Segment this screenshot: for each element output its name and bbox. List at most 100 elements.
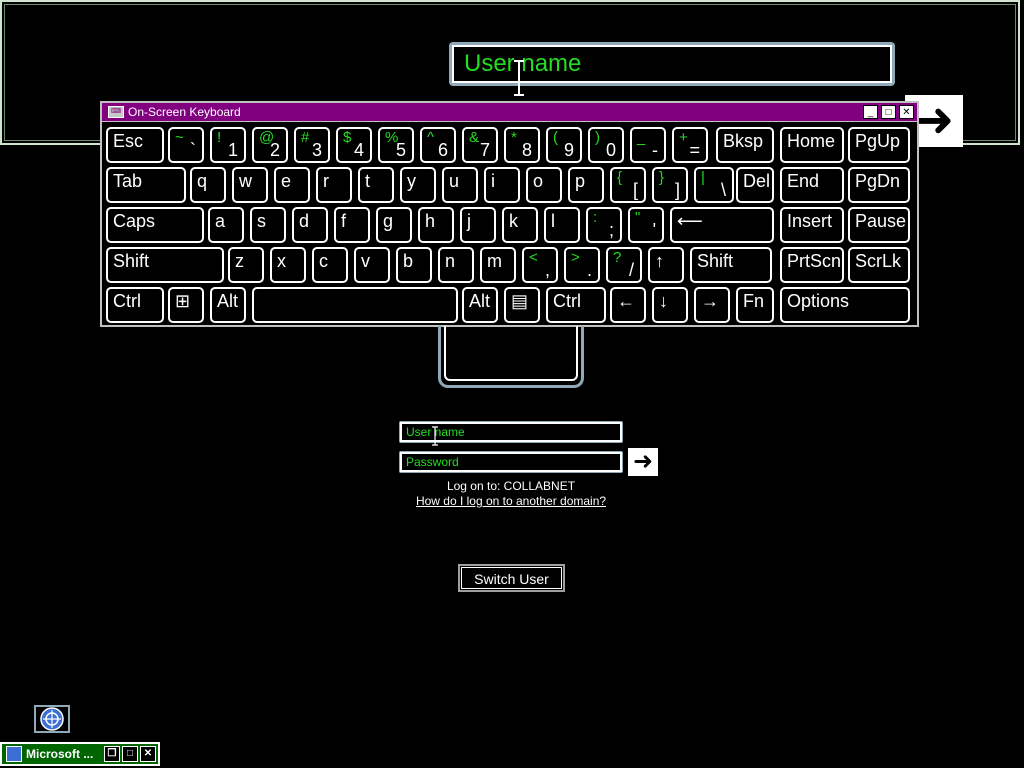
key-shift-label: " <box>635 209 641 226</box>
key-y[interactable]: y <box>400 167 436 203</box>
key-s[interactable]: s <box>250 207 286 243</box>
submit-arrow-button[interactable]: ➜ <box>628 448 658 476</box>
key-p[interactable]: p <box>568 167 604 203</box>
key-r[interactable]: r <box>316 167 352 203</box>
key-down[interactable]: ↓ <box>652 287 688 323</box>
key-win[interactable]: ⊞ <box>168 287 204 323</box>
key-f[interactable]: f <box>334 207 370 243</box>
key-a[interactable]: a <box>208 207 244 243</box>
key-u[interactable]: u <box>442 167 478 203</box>
switch-user-button[interactable]: Switch User <box>458 564 565 592</box>
key-quote[interactable]: " ' <box>628 207 664 243</box>
key-ralt[interactable]: Alt <box>462 287 498 323</box>
key-base-label: 9 <box>563 140 574 160</box>
key-enter[interactable]: ⟵ <box>670 207 774 243</box>
key-fn[interactable]: Fn <box>736 287 774 323</box>
key-caps[interactable]: Caps <box>106 207 204 243</box>
key-i[interactable]: i <box>484 167 520 203</box>
password-input[interactable] <box>400 452 622 472</box>
key-right[interactable]: → <box>694 287 730 323</box>
key-w[interactable]: w <box>232 167 268 203</box>
key-bksp[interactable]: Bksp <box>716 127 774 163</box>
key-insert[interactable]: Insert <box>780 207 844 243</box>
key-scrlk[interactable]: ScrLk <box>848 247 910 283</box>
key-backtick[interactable]: ~ ` <box>168 127 204 163</box>
key-rctrl[interactable]: Ctrl <box>546 287 606 323</box>
key-label: x <box>277 251 286 271</box>
key-pause[interactable]: Pause <box>848 207 910 243</box>
key-slash[interactable]: ? / <box>606 247 642 283</box>
on-screen-keyboard-window: ⌨ On-Screen Keyboard _ □ ✕ Esc ~ `! 1 @2 #3 $4… <box>100 101 919 327</box>
key-left[interactable]: ← <box>610 287 646 323</box>
key-z[interactable]: z <box>228 247 264 283</box>
key-4[interactable]: $4 <box>336 127 372 163</box>
maximize-button[interactable]: □ <box>881 105 896 119</box>
minimized-window-bar[interactable]: Microsoft ... ❐ □ ✕ <box>0 742 160 766</box>
key-t[interactable]: t <box>358 167 394 203</box>
key-lbracket[interactable]: {[ <box>610 167 646 203</box>
key-label: m <box>487 251 502 271</box>
key-pgdn[interactable]: PgDn <box>848 167 910 203</box>
key-label: ScrLk <box>855 251 902 271</box>
key-rshift[interactable]: Shift <box>690 247 772 283</box>
key-l[interactable]: l <box>544 207 580 243</box>
key-minus[interactable]: _ - <box>630 127 666 163</box>
minimize-button[interactable]: _ <box>863 105 878 119</box>
restore-button[interactable]: ❐ <box>104 746 120 762</box>
maximize-button[interactable]: □ <box>122 746 138 762</box>
key-rbracket[interactable]: }] <box>652 167 688 203</box>
key-equals[interactable]: + = <box>672 127 708 163</box>
key-lshift[interactable]: Shift <box>106 247 224 283</box>
key-options[interactable]: Options <box>780 287 910 323</box>
key-b[interactable]: b <box>396 247 432 283</box>
key-g[interactable]: g <box>376 207 412 243</box>
ease-of-access-button[interactable] <box>34 705 70 733</box>
key-label: b <box>403 251 414 271</box>
key-d[interactable]: d <box>292 207 328 243</box>
key-semicolon[interactable]: :; <box>586 207 622 243</box>
key-o[interactable]: o <box>526 167 562 203</box>
key-backslash[interactable]: | \ <box>694 167 734 203</box>
key-6[interactable]: ^ 6 <box>420 127 456 163</box>
key-e[interactable]: e <box>274 167 310 203</box>
key-3[interactable]: #3 <box>294 127 330 163</box>
key-j[interactable]: j <box>460 207 496 243</box>
key-up[interactable]: ↑ <box>648 247 684 283</box>
key-0[interactable]: ) 0 <box>588 127 624 163</box>
key-n[interactable]: n <box>438 247 474 283</box>
key-label: Esc <box>113 131 144 151</box>
key-pgup[interactable]: PgUp <box>848 127 910 163</box>
key-lalt[interactable]: Alt <box>210 287 246 323</box>
key-k[interactable]: k <box>502 207 538 243</box>
key-period[interactable]: >. <box>564 247 600 283</box>
key-tab[interactable]: Tab <box>106 167 186 203</box>
key-2[interactable]: @2 <box>252 127 288 163</box>
key-home[interactable]: Home <box>780 127 844 163</box>
key-esc[interactable]: Esc <box>106 127 164 163</box>
key-space[interactable] <box>252 287 458 323</box>
other-domain-link[interactable]: How do I log on to another domain? <box>399 494 623 508</box>
key-1[interactable]: ! 1 <box>210 127 246 163</box>
close-button[interactable]: ✕ <box>899 105 914 119</box>
key-5[interactable]: % 5 <box>378 127 414 163</box>
key-prtscn[interactable]: PrtScn <box>780 247 844 283</box>
osk-title-bar[interactable]: ⌨ On-Screen Keyboard _ □ ✕ <box>102 103 917 122</box>
key-c[interactable]: c <box>312 247 348 283</box>
close-button[interactable]: ✕ <box>140 746 156 762</box>
key-v[interactable]: v <box>354 247 390 283</box>
key-del[interactable]: Del <box>736 167 774 203</box>
key-menu[interactable]: ▤ <box>504 287 540 323</box>
key-7[interactable]: & 7 <box>462 127 498 163</box>
key-h[interactable]: h <box>418 207 454 243</box>
key-comma[interactable]: <, <box>522 247 558 283</box>
key-lctrl[interactable]: Ctrl <box>106 287 164 323</box>
key-9[interactable]: (9 <box>546 127 582 163</box>
key-q[interactable]: q <box>190 167 226 203</box>
key-label: ⟵ <box>677 211 703 231</box>
key-x[interactable]: x <box>270 247 306 283</box>
key-label: Tab <box>113 171 143 191</box>
key-label: c <box>319 251 328 271</box>
key-8[interactable]: * 8 <box>504 127 540 163</box>
key-m[interactable]: m <box>480 247 516 283</box>
key-end[interactable]: End <box>780 167 844 203</box>
